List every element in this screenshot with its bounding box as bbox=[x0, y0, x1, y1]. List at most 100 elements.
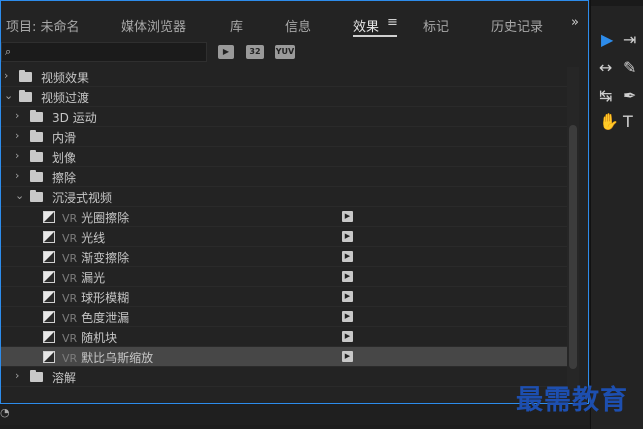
accelerated-effect-icon: ▶ bbox=[342, 251, 353, 262]
accelerated-effect-icon: ▶ bbox=[342, 291, 353, 302]
tab-media-browser[interactable]: 媒体浏览器 bbox=[121, 16, 186, 35]
accelerated-effect-icon: ▶ bbox=[342, 231, 353, 242]
vr-prefix: VR bbox=[62, 292, 78, 305]
scrollbar-thumb[interactable] bbox=[569, 125, 577, 369]
tree-effect-label: 漏光 bbox=[81, 271, 106, 285]
transition-icon bbox=[43, 351, 55, 363]
tree-effect-label-group: VR 光圈擦除 bbox=[62, 209, 129, 226]
tools-panel: ▶ ⇥ ↔ ✎ ↹ ✒ ✋ T bbox=[590, 0, 643, 429]
search-input[interactable]: ⌕ bbox=[1, 42, 207, 62]
status-bar: ◔ bbox=[0, 405, 589, 425]
folder-icon bbox=[30, 190, 43, 202]
type-tool-icon[interactable]: T bbox=[623, 112, 633, 131]
chevron-right-icon[interactable]: › bbox=[15, 369, 19, 382]
accelerated-effects-filter-icon[interactable]: ▶ bbox=[218, 45, 234, 59]
ripple-edit-tool-icon[interactable]: ↔ bbox=[599, 58, 612, 77]
status-icon: ◔ bbox=[0, 406, 10, 419]
tree-effect-label-group: VR 色度泄漏 bbox=[62, 309, 129, 326]
effects-tree: › 视频效果 ⌄ 视频过渡 › 3D 运动 › 内滑 › 划像 › 擦除 ⌄ 沉浸式视频 VR 光圈擦除 ▶ VR… bbox=[1, 67, 567, 389]
tree-folder-label: 3D 运动 bbox=[52, 111, 97, 125]
chevron-right-icon[interactable]: › bbox=[15, 169, 19, 182]
accelerated-effect-icon: ▶ bbox=[342, 271, 353, 282]
vr-prefix: VR bbox=[62, 252, 78, 265]
32bit-filter-icon[interactable]: 32 bbox=[246, 45, 264, 59]
tree-effect-row[interactable]: VR 随机块 ▶ bbox=[1, 327, 567, 347]
panel-overflow-icon[interactable]: » bbox=[571, 15, 579, 30]
tree-folder-label: 视频效果 bbox=[41, 71, 90, 85]
selection-tool-icon[interactable]: ▶ bbox=[601, 30, 613, 49]
transition-icon bbox=[43, 211, 55, 223]
tree-folder-label: 划像 bbox=[52, 151, 77, 165]
tab-effects[interactable]: 效果 bbox=[353, 16, 379, 35]
folder-icon bbox=[30, 170, 43, 182]
tab-history[interactable]: 历史记录 bbox=[491, 16, 543, 35]
tree-effect-label-group: VR 渐变擦除 bbox=[62, 249, 129, 266]
chevron-right-icon[interactable]: › bbox=[4, 69, 8, 82]
tree-folder-label: 沉浸式视频 bbox=[52, 191, 113, 205]
transition-icon bbox=[43, 251, 55, 263]
transition-icon bbox=[43, 231, 55, 243]
tree-folder-label: 擦除 bbox=[52, 171, 77, 185]
tree-folder-row[interactable]: › 擦除 bbox=[1, 167, 567, 187]
yuv-filter-icon[interactable]: YUV bbox=[275, 45, 295, 59]
watermark: 最需教育 bbox=[516, 385, 628, 416]
vr-prefix: VR bbox=[62, 212, 78, 225]
active-tab-indicator bbox=[353, 35, 397, 37]
chevron-down-icon[interactable]: ⌄ bbox=[15, 189, 24, 202]
folder-icon bbox=[30, 110, 43, 122]
accelerated-effect-icon: ▶ bbox=[342, 311, 353, 322]
tree-folder-row[interactable]: › 划像 bbox=[1, 147, 567, 167]
tree-effect-label-group: VR 随机块 bbox=[62, 329, 117, 346]
folder-icon bbox=[30, 130, 43, 142]
tab-menu-icon[interactable]: ≡ bbox=[387, 15, 398, 30]
chevron-right-icon[interactable]: › bbox=[15, 129, 19, 142]
chevron-right-icon[interactable]: › bbox=[15, 149, 19, 162]
track-select-tool-icon[interactable]: ⇥ bbox=[623, 30, 636, 49]
accelerated-effect-icon: ▶ bbox=[342, 211, 353, 222]
chevron-right-icon[interactable]: › bbox=[15, 109, 19, 122]
tree-effect-label: 光圈擦除 bbox=[81, 211, 130, 225]
tab-info[interactable]: 信息 bbox=[285, 16, 311, 35]
tree-effect-row[interactable]: VR 球形模糊 ▶ bbox=[1, 287, 567, 307]
tree-folder-row[interactable]: › 溶解 bbox=[1, 367, 567, 387]
pen-tool-icon[interactable]: ✒ bbox=[623, 86, 636, 105]
tree-folder-row[interactable]: › 视频效果 bbox=[1, 67, 567, 87]
tree-folder-row[interactable]: ⌄ 沉浸式视频 bbox=[1, 187, 567, 207]
vr-prefix: VR bbox=[62, 272, 78, 285]
tab-markers[interactable]: 标记 bbox=[423, 16, 449, 35]
tab-project[interactable]: 项目: 未命名 bbox=[6, 16, 80, 35]
folder-icon bbox=[30, 150, 43, 162]
tree-folder-row[interactable]: › 内滑 bbox=[1, 127, 567, 147]
hand-tool-icon[interactable]: ✋ bbox=[599, 112, 619, 131]
tree-effect-label: 光线 bbox=[81, 231, 106, 245]
transition-icon bbox=[43, 271, 55, 283]
tree-effect-row[interactable]: VR 光线 ▶ bbox=[1, 227, 567, 247]
tree-effect-label-group: VR 光线 bbox=[62, 229, 105, 246]
tree-effect-label-group: VR 漏光 bbox=[62, 269, 105, 286]
slip-tool-icon[interactable]: ↹ bbox=[599, 86, 612, 105]
tree-effect-label: 色度泄漏 bbox=[81, 311, 130, 325]
vr-prefix: VR bbox=[62, 352, 78, 365]
folder-icon bbox=[30, 370, 43, 382]
tree-effect-row[interactable]: VR 漏光 ▶ bbox=[1, 267, 567, 287]
tree-effect-row[interactable]: VR 光圈擦除 ▶ bbox=[1, 207, 567, 227]
tree-folder-row[interactable]: › 3D 运动 bbox=[1, 107, 567, 127]
tree-effect-label: 球形模糊 bbox=[81, 291, 130, 305]
transition-icon bbox=[43, 291, 55, 303]
tab-libraries[interactable]: 库 bbox=[230, 16, 243, 35]
folder-icon bbox=[19, 70, 32, 82]
transition-icon bbox=[43, 311, 55, 323]
tree-effect-row[interactable]: VR 默比乌斯缩放 ▶ bbox=[1, 347, 567, 367]
tree-effect-label: 默比乌斯缩放 bbox=[81, 351, 154, 365]
tree-folder-row[interactable]: ⌄ 视频过渡 bbox=[1, 87, 567, 107]
chevron-down-icon[interactable]: ⌄ bbox=[4, 89, 13, 102]
effects-panel: 项目: 未命名 媒体浏览器 库 信息 效果 ≡ 标记 历史记录 » ⌕ ▶ 32… bbox=[0, 0, 589, 404]
vr-prefix: VR bbox=[62, 332, 78, 345]
vr-prefix: VR bbox=[62, 312, 78, 325]
tree-effect-row[interactable]: VR 色度泄漏 ▶ bbox=[1, 307, 567, 327]
tree-effect-label: 渐变擦除 bbox=[81, 251, 130, 265]
tree-folder-label: 溶解 bbox=[52, 371, 77, 385]
razor-tool-icon[interactable]: ✎ bbox=[623, 58, 636, 77]
folder-icon bbox=[19, 90, 32, 102]
tree-effect-row[interactable]: VR 渐变擦除 ▶ bbox=[1, 247, 567, 267]
